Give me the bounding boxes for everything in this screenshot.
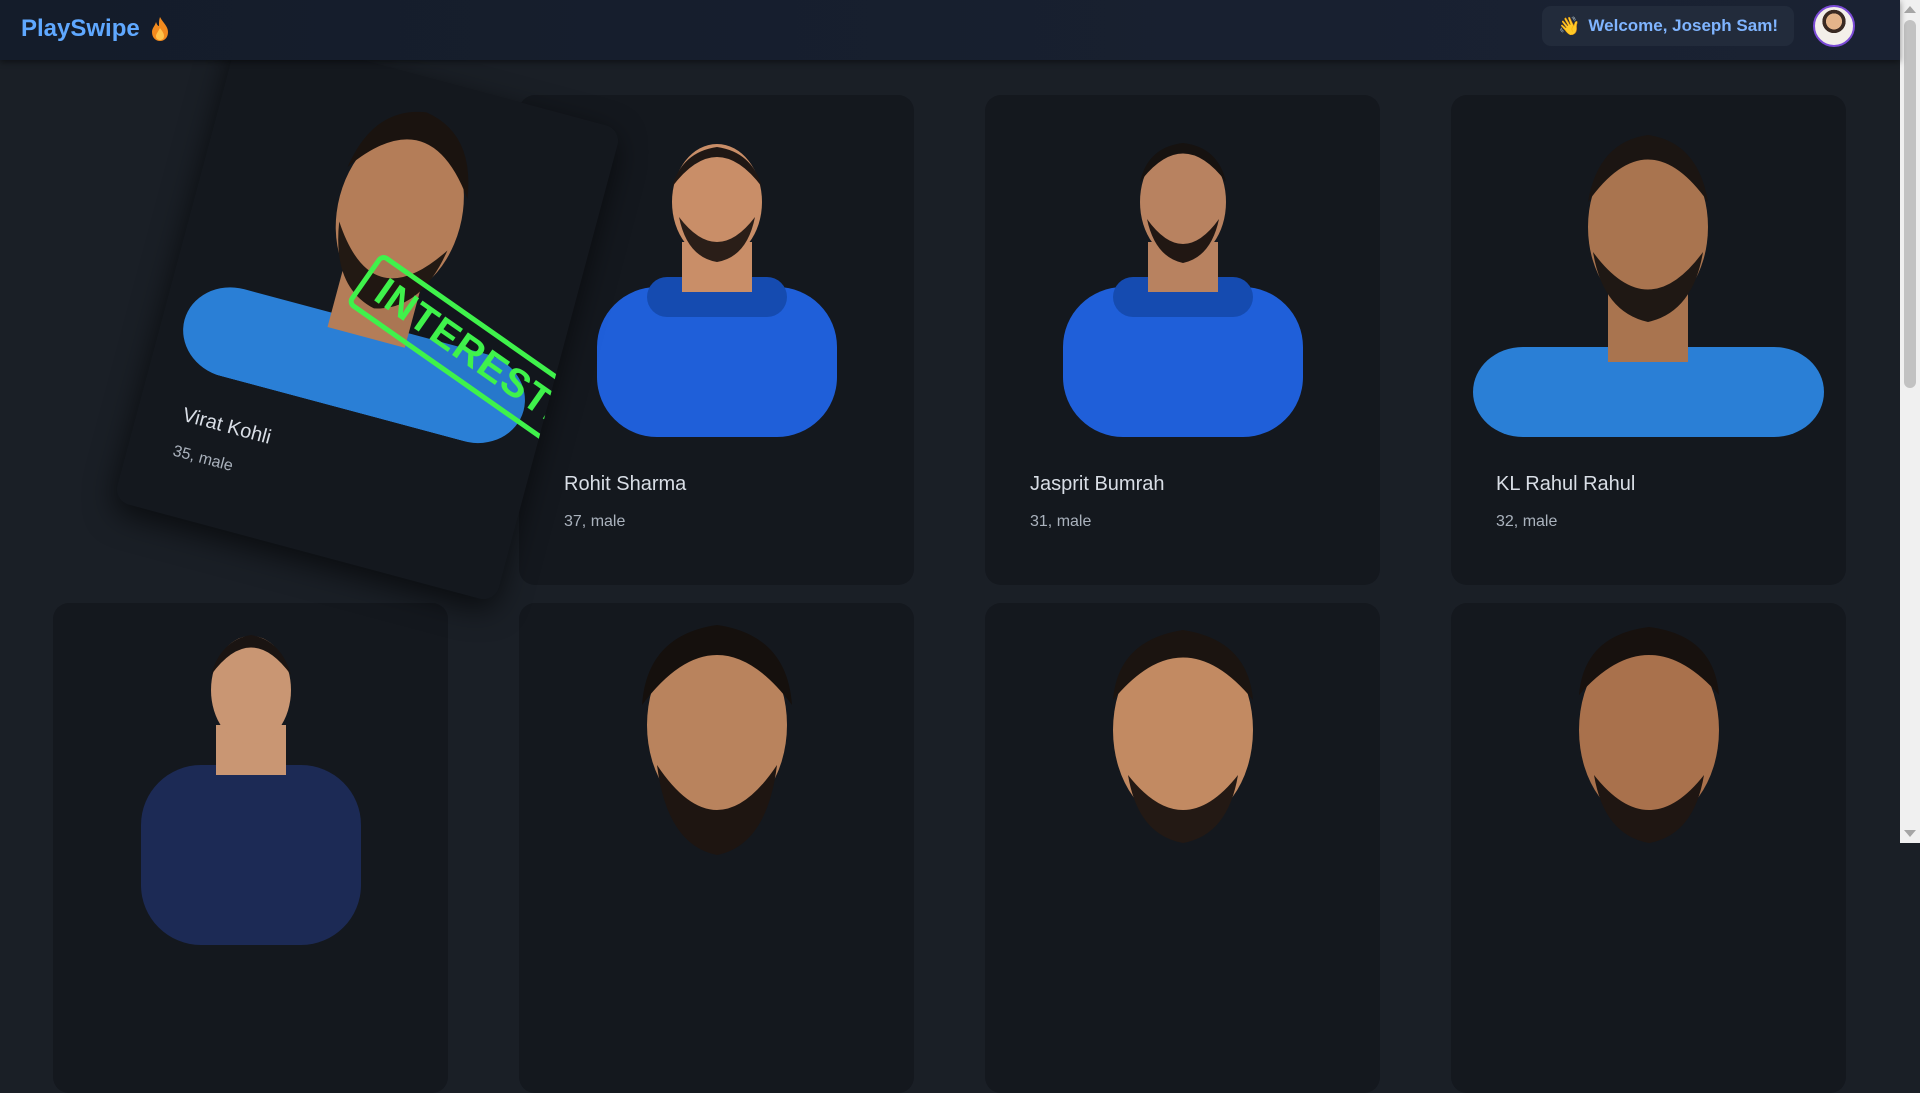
app-header: PlaySwipe 👋 Welcome, Joseph Sam! xyxy=(0,0,1900,60)
scroll-down-icon[interactable] xyxy=(1904,830,1916,837)
welcome-badge: 👋 Welcome, Joseph Sam! xyxy=(1541,6,1794,46)
player-meta: 32, male xyxy=(1496,513,1558,530)
player-photo xyxy=(65,615,436,945)
brand-name: PlaySwipe xyxy=(21,15,140,42)
player-card[interactable] xyxy=(519,603,914,1093)
player-photo xyxy=(1463,615,1834,945)
player-photo xyxy=(997,615,1368,945)
player-name: Virat Kohli xyxy=(180,403,274,449)
player-meta: 35, male xyxy=(171,442,235,475)
brand-logo[interactable]: PlaySwipe xyxy=(21,12,170,46)
player-card[interactable] xyxy=(53,603,448,1093)
flame-icon xyxy=(150,16,170,42)
player-meta: 37, male xyxy=(564,513,626,530)
welcome-text: Welcome, Joseph Sam! xyxy=(1588,16,1778,35)
vertical-scrollbar[interactable] xyxy=(1900,0,1920,843)
player-card[interactable]: Jasprit Bumrah 31, male xyxy=(985,95,1380,585)
player-name: Rohit Sharma xyxy=(564,473,687,495)
scroll-up-icon[interactable] xyxy=(1904,6,1916,13)
player-photo xyxy=(1463,107,1834,437)
player-card[interactable] xyxy=(1451,603,1846,1093)
player-meta: 31, male xyxy=(1030,513,1092,530)
player-name: Jasprit Bumrah xyxy=(1030,473,1165,495)
player-card[interactable] xyxy=(985,603,1380,1093)
player-card[interactable]: KL Rahul Rahul 32, male xyxy=(1451,95,1846,585)
player-photo xyxy=(531,615,902,945)
player-name: KL Rahul Rahul xyxy=(1496,473,1636,495)
scrollbar-thumb[interactable] xyxy=(1904,20,1916,388)
waving-hand-icon: 👋 xyxy=(1557,15,1581,36)
user-avatar[interactable] xyxy=(1813,5,1855,47)
player-photo xyxy=(997,107,1368,437)
